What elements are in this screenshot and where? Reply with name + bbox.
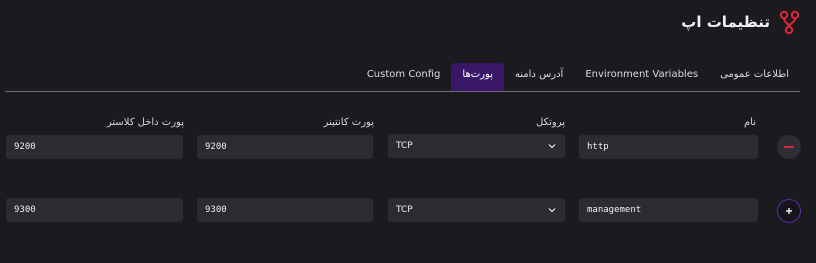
app-settings-page: تنظیمات اپ اطلاعات عمومی Environment Var… [0,0,816,263]
cluster-port-field[interactable]: 9200 [6,135,183,159]
minus-icon [784,146,794,148]
add-port-button[interactable] [777,199,801,223]
protocol-select[interactable]: TCP [388,198,565,222]
port-name-field[interactable]: http [579,135,758,159]
chevron-down-icon [548,144,556,149]
fork-icon [778,10,800,35]
tab-environment-variables[interactable]: Environment Variables [574,63,709,91]
remove-port-button[interactable] [777,135,801,159]
cluster-port-field[interactable]: 9300 [6,198,183,222]
column-label-protocol: پروتکل [535,117,565,128]
page-header: تنظیمات اپ [681,10,800,35]
column-label-name: نام [743,117,756,128]
port-name-field[interactable]: management [579,198,758,222]
protocol-select-value: TCP [396,205,413,215]
settings-tabs: اطلاعات عمومی Environment Variables آدرس… [5,63,800,92]
tab-ports[interactable]: پورت‌ها [451,63,504,91]
column-label-cluster-port: پورت داخل کلاستر [106,117,184,128]
protocol-select[interactable]: TCP [388,134,565,158]
chevron-down-icon [548,208,556,213]
protocol-select-value: TCP [396,141,413,151]
container-port-field[interactable]: 9300 [197,198,373,222]
tab-domain-address[interactable]: آدرس دامنه [504,63,574,91]
page-title: تنظیمات اپ [681,13,770,31]
plus-icon [786,208,792,214]
column-label-container-port: پورت کانتینر [323,117,374,128]
tab-general-info[interactable]: اطلاعات عمومی [709,63,800,91]
container-port-field[interactable]: 9200 [197,135,373,159]
tab-custom-config[interactable]: Custom Config [356,63,452,91]
